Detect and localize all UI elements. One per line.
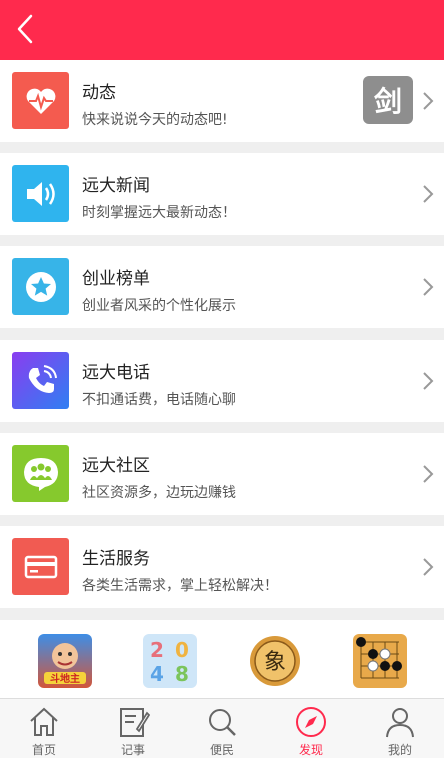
chevron-left-icon [17, 14, 33, 44]
item-title: 远大社区 [82, 456, 150, 476]
game-label: 象 [264, 650, 286, 675]
svg-text:4: 4 [150, 662, 164, 686]
item-title: 远大新闻 [82, 176, 150, 196]
svg-text:8: 8 [175, 662, 189, 686]
tab-label: 发现 [298, 743, 323, 757]
tab-label: 首页 [31, 743, 56, 757]
game-strip: 斗地主 2 0 4 8 象 [0, 620, 444, 698]
tab-profile[interactable]: 我的 [356, 699, 444, 758]
item-subtitle: 不扣通话费，电话随心聊 [82, 392, 236, 408]
thumb-text: 剑 [373, 85, 402, 118]
speaker-icon [12, 165, 69, 222]
chevron-right-icon [423, 465, 434, 483]
compass-icon [296, 707, 326, 737]
phone-icon [12, 352, 69, 409]
user-icon [386, 708, 414, 738]
tab-label: 我的 [387, 743, 412, 757]
item-subtitle: 时刻掌握远大最新动态！ [82, 205, 236, 221]
go-game-icon[interactable] [353, 634, 407, 688]
item-subtitle: 各类生活需求，掌上轻松解决！ [82, 578, 278, 594]
xiangqi-game-icon[interactable]: 象 [248, 634, 302, 688]
tab-label: 便民 [209, 743, 234, 757]
chevron-right-icon [423, 558, 434, 576]
star-icon [12, 258, 69, 315]
game-label: 斗地主 [50, 672, 80, 685]
sword-game-thumbnail[interactable]: 剑 [363, 76, 413, 124]
tab-notes[interactable]: 记事 [89, 699, 177, 758]
list-item-ranking[interactable]: 创业榜单 创业者风采的个性化展示 [0, 246, 444, 328]
list-item-dynamic[interactable]: 动态 快来说说今天的动态吧! 剑 [0, 60, 444, 142]
community-icon [12, 445, 69, 502]
list-item-life-service[interactable]: 生活服务 各类生活需求，掌上轻松解决！ [0, 526, 444, 608]
search-icon [209, 709, 236, 736]
back-button[interactable] [10, 12, 40, 46]
item-title: 创业榜单 [82, 269, 150, 289]
tab-home[interactable]: 首页 [0, 699, 88, 758]
svg-text:0: 0 [175, 638, 189, 662]
tab-label: 记事 [120, 743, 145, 757]
2048-game-icon[interactable]: 2 0 4 8 [143, 634, 197, 688]
svg-text:2: 2 [150, 638, 164, 662]
bottom-tab-bar: 首页 记事 便民 发现 我的 [0, 698, 444, 758]
item-title: 生活服务 [82, 549, 150, 569]
doudizhu-game-icon[interactable]: 斗地主 [38, 634, 92, 688]
tab-discover[interactable]: 发现 [267, 699, 355, 758]
item-title: 远大电话 [82, 363, 150, 383]
tab-services[interactable]: 便民 [178, 699, 266, 758]
chevron-right-icon [423, 278, 434, 296]
list-item-phone[interactable]: 远大电话 不扣通话费，电话随心聊 [0, 340, 444, 422]
chevron-right-icon [423, 92, 434, 110]
chevron-right-icon [423, 185, 434, 203]
heart-pulse-icon [12, 72, 69, 129]
top-bar [0, 0, 444, 60]
item-title: 动态 [82, 83, 116, 103]
chevron-right-icon [423, 372, 434, 390]
item-subtitle: 快来说说今天的动态吧! [82, 112, 228, 128]
notepad-icon [120, 708, 150, 737]
item-subtitle: 创业者风采的个性化展示 [82, 298, 236, 314]
card-icon [12, 538, 69, 595]
item-subtitle: 社区资源多，边玩边赚钱 [82, 485, 236, 501]
list-item-news[interactable]: 远大新闻 时刻掌握远大最新动态！ [0, 153, 444, 235]
home-icon [30, 707, 58, 736]
list-item-community[interactable]: 远大社区 社区资源多，边玩边赚钱 [0, 433, 444, 515]
